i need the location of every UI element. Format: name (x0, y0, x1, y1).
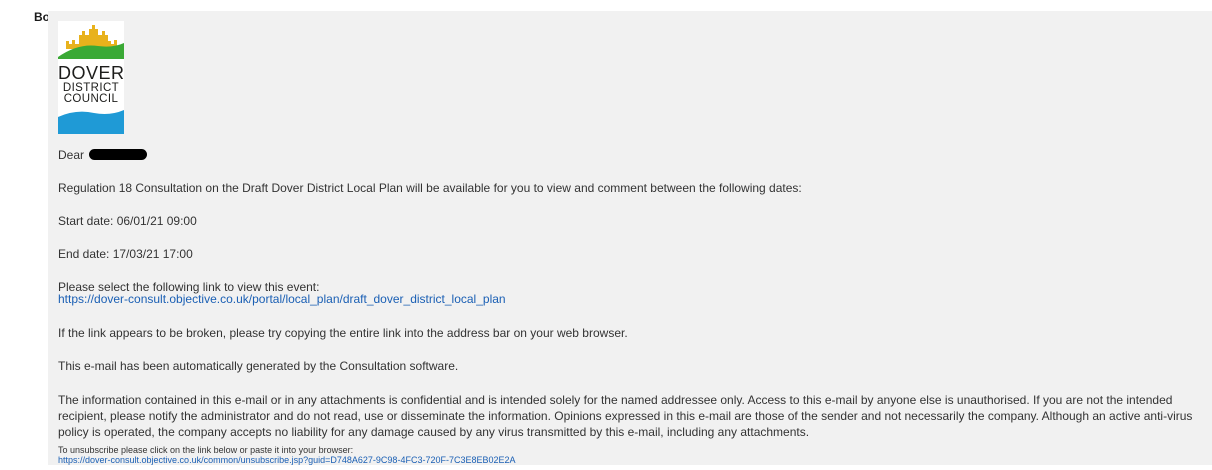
confidentiality-disclaimer: The information contained in this e-mail… (58, 393, 1193, 439)
intro-text: Regulation 18 Consultation on the Draft … (58, 181, 802, 195)
sea-shape (58, 110, 124, 134)
broken-link-help: If the link appears to be broken, please… (58, 326, 628, 340)
auto-generated-notice: This e-mail has been automatically gener… (58, 359, 459, 373)
redacted-name (89, 149, 148, 160)
dover-district-council-logo: DOVER DISTRICT COUNCIL (58, 21, 124, 134)
unsubscribe-link[interactable]: https://dover-consult.objective.co.uk/co… (58, 455, 516, 465)
end-date: End date: 17/03/21 17:00 (58, 247, 193, 261)
logo-text-council: COUNCIL (63, 93, 119, 105)
logo-text-dover: DOVER (58, 63, 124, 83)
unsubscribe-label: To unsubscribe please click on the link … (58, 445, 354, 455)
greeting-line: Dear (58, 148, 148, 163)
event-link[interactable]: https://dover-consult.objective.co.uk/po… (58, 292, 506, 307)
greeting-text: Dear (58, 148, 85, 162)
castle-icon (66, 25, 117, 49)
email-body-panel: DOVER DISTRICT COUNCIL Dear Regulation 1… (48, 11, 1212, 465)
start-date: Start date: 06/01/21 09:00 (58, 214, 197, 228)
